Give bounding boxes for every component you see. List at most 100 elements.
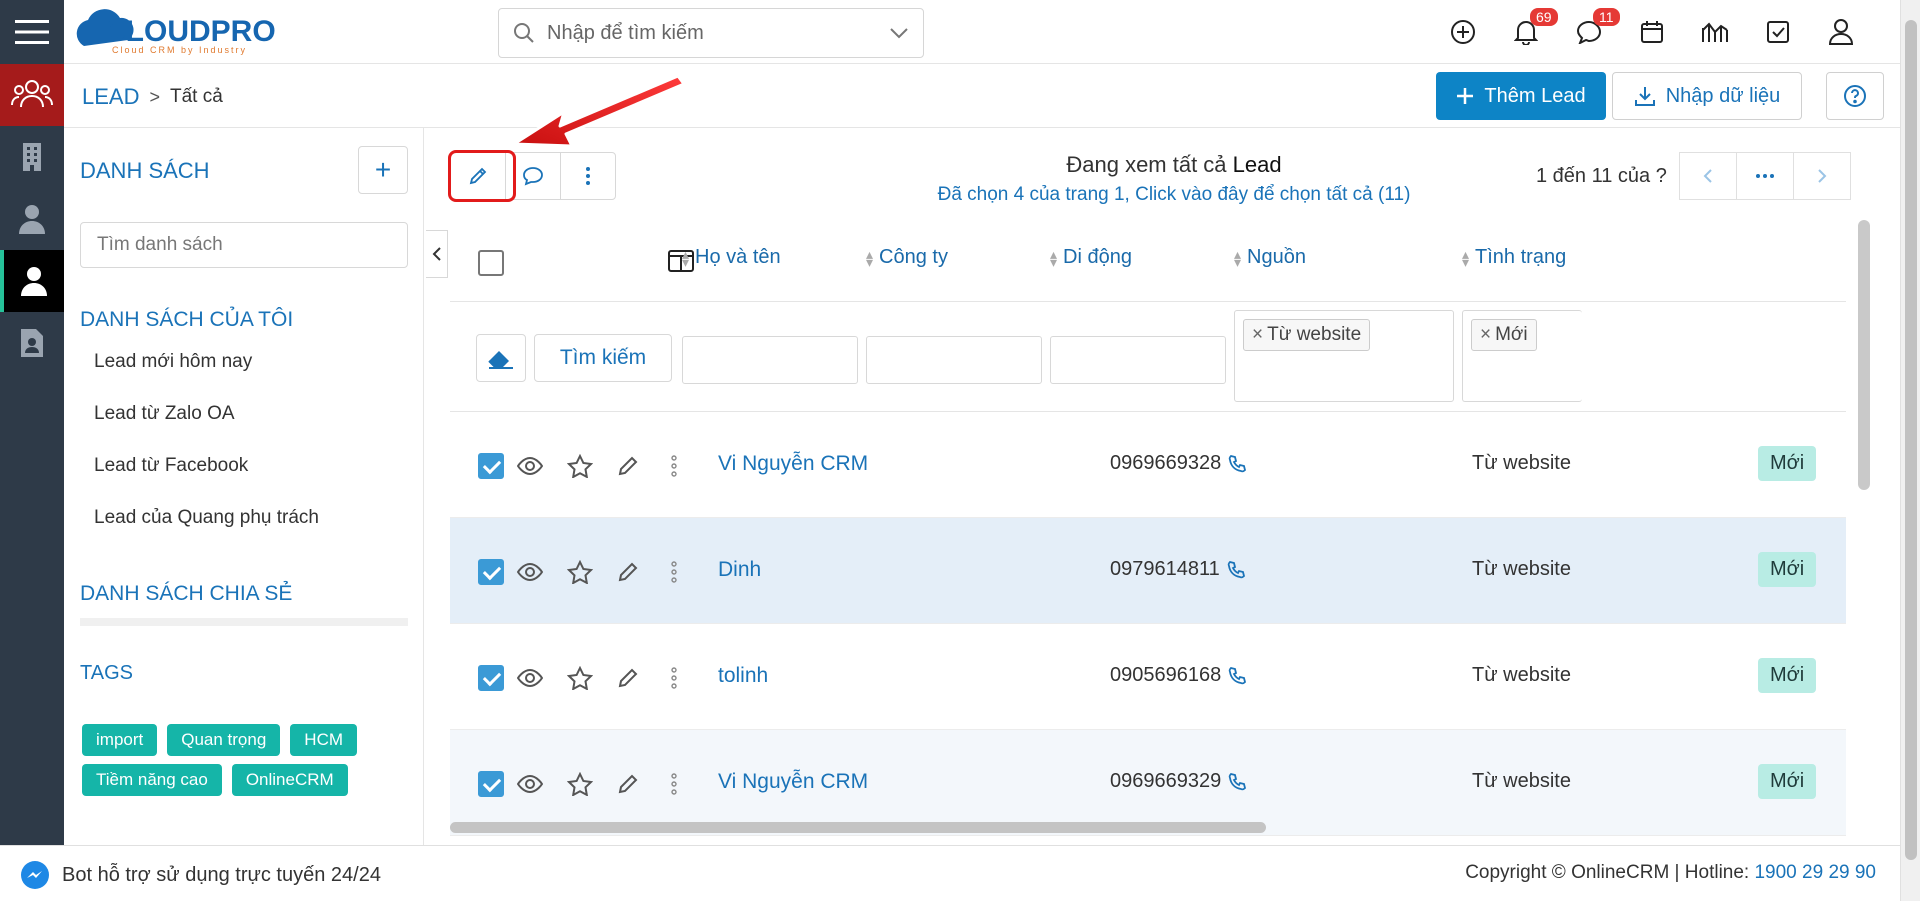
lead-name-link[interactable]: Vi Nguyễn CRM (718, 770, 868, 794)
hamburger-menu-icon[interactable] (0, 0, 64, 64)
filter-chip[interactable]: × Từ website (1243, 319, 1371, 351)
rail-item-documents[interactable] (0, 312, 64, 374)
add-list-button[interactable]: + (358, 146, 408, 194)
favorite-button[interactable] (564, 662, 596, 694)
column-header-source[interactable]: ▴ ▾ Nguồn (1234, 246, 1306, 269)
add-lead-button[interactable]: Thêm Lead (1436, 72, 1606, 120)
table-row[interactable]: tolinh 0905696168 Từ website Mới (450, 624, 1846, 730)
view-button[interactable] (514, 556, 546, 588)
view-button[interactable] (514, 768, 546, 800)
global-search-input[interactable] (547, 21, 889, 45)
filter-mobile-input[interactable] (1050, 336, 1226, 384)
table-row[interactable]: Vi Nguyễn CRM 0969669328 Từ website Mới (450, 412, 1846, 518)
phone-icon[interactable] (1226, 560, 1246, 580)
view-button[interactable] (514, 662, 546, 694)
row-menu-button[interactable] (658, 556, 690, 588)
my-list-item[interactable]: Lead từ Zalo OA (94, 402, 319, 454)
column-header-status[interactable]: ▴ ▾ Tình trạng (1462, 246, 1566, 269)
tag-chip[interactable]: Tiềm năng cao (82, 764, 222, 796)
scrollbar-thumb[interactable] (450, 822, 1266, 833)
more-actions-button[interactable] (560, 152, 616, 200)
reports-button[interactable] (1683, 12, 1746, 52)
breadcrumb-separator: > (149, 86, 160, 107)
shared-lists-scroll[interactable] (80, 618, 408, 626)
favorite-button[interactable] (564, 768, 596, 800)
global-search[interactable] (498, 8, 924, 58)
pencil-icon (618, 774, 638, 794)
tag-chip[interactable]: import (82, 724, 158, 756)
clear-filters-button[interactable] (476, 334, 526, 382)
row-menu-button[interactable] (658, 768, 690, 800)
lead-phone: 0905696168 (1110, 664, 1247, 687)
filter-company-input[interactable] (866, 336, 1042, 384)
lead-name-link[interactable]: tolinh (718, 664, 768, 688)
table-vertical-scrollbar[interactable] (1858, 220, 1870, 490)
remove-chip-icon[interactable]: × (1480, 324, 1491, 345)
page-scrollbar[interactable] (1900, 0, 1920, 901)
list-search-input[interactable] (80, 222, 408, 268)
my-list-item[interactable]: Lead từ Facebook (94, 454, 319, 506)
lead-name-link[interactable]: Dinh (718, 558, 761, 582)
rail-item-organizations[interactable] (0, 126, 64, 188)
page-menu-button[interactable] (1735, 152, 1794, 200)
lead-name-link[interactable]: Vi Nguyễn CRM (718, 452, 868, 476)
tag-chip[interactable]: OnlineCRM (231, 764, 348, 796)
select-all-checkbox[interactable] (478, 250, 504, 276)
help-button[interactable] (1826, 72, 1884, 120)
messages-button[interactable]: 11 (1557, 8, 1620, 52)
pagination-total[interactable]: ? (1656, 165, 1667, 187)
my-list-item[interactable]: Lead của Quang phụ trách (94, 506, 319, 558)
phone-icon[interactable] (1227, 772, 1247, 792)
tag-chip[interactable]: HCM (290, 724, 358, 756)
tasks-button[interactable] (1746, 12, 1809, 52)
notifications-button[interactable]: 69 (1494, 8, 1558, 52)
row-menu-button[interactable] (658, 662, 690, 694)
next-page-button[interactable] (1792, 152, 1851, 200)
select-all-link[interactable]: Đã chọn 4 của trang 1, Click vào đây để … (824, 184, 1524, 206)
filter-status-select[interactable]: × Mới (1462, 310, 1582, 402)
rail-item-contacts[interactable] (0, 188, 64, 250)
edit-button[interactable] (612, 662, 644, 694)
prev-page-button[interactable] (1678, 152, 1737, 200)
filter-chip[interactable]: × Mới (1471, 319, 1537, 351)
phone-icon[interactable] (1227, 666, 1247, 686)
rail-item-customers[interactable] (0, 64, 64, 126)
favorite-button[interactable] (564, 556, 596, 588)
edit-button[interactable] (612, 450, 644, 482)
row-checkbox[interactable] (478, 559, 504, 585)
row-checkbox[interactable] (478, 665, 504, 691)
support-bot-link[interactable]: Bot hỗ trợ sử dụng trực tuyến 24/24 (20, 860, 381, 890)
user-profile-button[interactable] (1809, 12, 1872, 52)
quick-create-button[interactable] (1431, 12, 1494, 52)
edit-button[interactable] (612, 556, 644, 588)
view-button[interactable] (514, 450, 546, 482)
table-horizontal-scrollbar[interactable] (450, 820, 1846, 834)
filter-name-input[interactable] (682, 336, 858, 384)
hotline-number[interactable]: 1900 29 29 90 (1754, 862, 1876, 883)
collapse-sidebar-button[interactable] (426, 230, 448, 278)
star-icon (567, 560, 593, 584)
cloudpro-logo[interactable]: CLOUDPRO Cloud CRM by Industry (74, 6, 304, 58)
row-checkbox[interactable] (478, 453, 504, 479)
filter-search-button[interactable]: Tìm kiếm (534, 334, 672, 382)
filter-source-select[interactable]: × Từ website (1234, 310, 1454, 402)
edit-button[interactable] (612, 768, 644, 800)
favorite-button[interactable] (564, 450, 596, 482)
column-header-name[interactable]: ▴ ▾ Họ và tên (682, 246, 781, 269)
row-menu-button[interactable] (658, 450, 690, 482)
import-data-button[interactable]: Nhập dữ liệu (1612, 72, 1802, 120)
remove-chip-icon[interactable]: × (1252, 324, 1263, 345)
column-header-company[interactable]: ▴ ▾ Công ty (866, 246, 948, 269)
phone-icon[interactable] (1227, 454, 1247, 474)
table-row[interactable]: Dinh 0979614811 Từ website Mới (450, 518, 1846, 624)
calendar-button[interactable] (1620, 12, 1683, 52)
my-list-item[interactable]: Lead mới hôm nay (94, 350, 319, 402)
chart-line-icon (1701, 22, 1728, 42)
breadcrumb-root-link[interactable]: LEAD (82, 84, 139, 110)
column-header-mobile[interactable]: ▴ ▾ Di động (1050, 246, 1132, 269)
page-scrollbar-thumb[interactable] (1905, 20, 1917, 860)
tag-chip[interactable]: Quan trọng (167, 724, 281, 756)
chevron-down-icon[interactable] (889, 27, 909, 39)
rail-item-leads[interactable] (0, 250, 64, 312)
row-checkbox[interactable] (478, 771, 504, 797)
